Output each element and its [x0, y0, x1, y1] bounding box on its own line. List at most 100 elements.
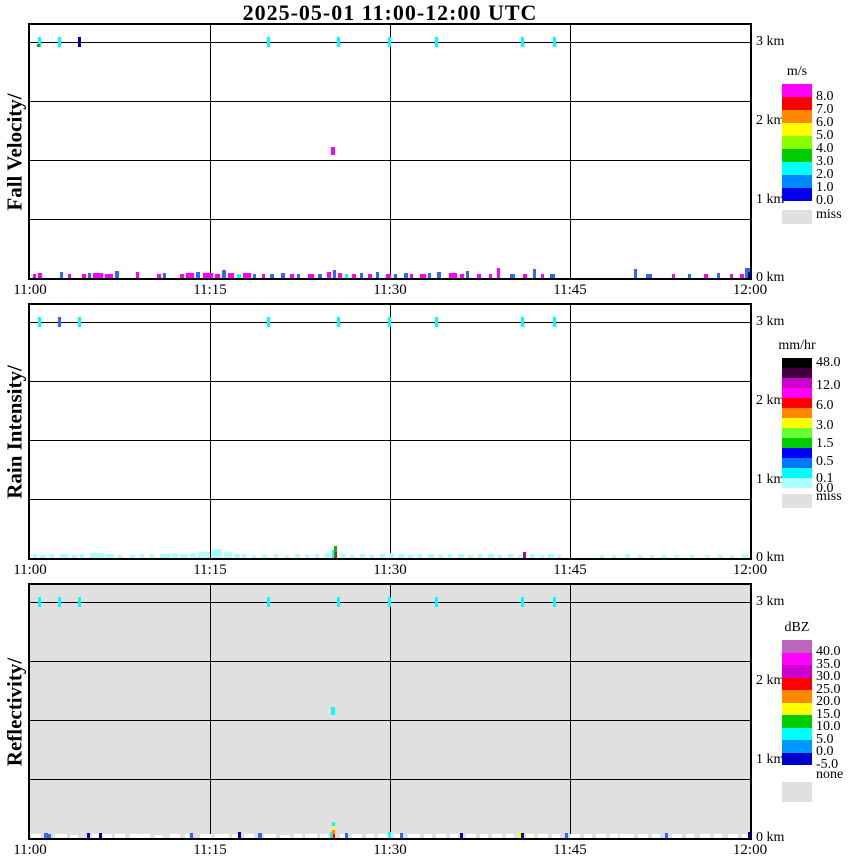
legend-tick-label: 6.0 — [816, 398, 834, 413]
echo-surface — [526, 834, 534, 838]
echo-surface — [508, 554, 513, 558]
echo-surface — [466, 271, 469, 278]
time-tick-label: 12:00 — [732, 842, 768, 858]
echo-surface — [540, 555, 544, 558]
echo-surface — [38, 273, 42, 278]
echo-surface — [140, 554, 144, 558]
echo-3km — [78, 317, 81, 327]
legend-color-block — [782, 428, 812, 438]
legend-color-block — [782, 478, 812, 488]
echo-surface — [92, 834, 112, 838]
echo-surface — [428, 273, 431, 278]
legend-color-block — [782, 110, 812, 123]
echo-surface — [489, 274, 492, 278]
km-tick-label: 1 km — [756, 472, 785, 487]
legend-color-block — [782, 702, 812, 715]
echo-surface — [360, 554, 365, 558]
echo-surface — [650, 555, 654, 558]
legend-color-block — [782, 418, 812, 428]
echo-surface — [48, 834, 51, 838]
echo-surface — [82, 274, 86, 278]
echo-3km — [38, 317, 41, 327]
legend-missing-block — [782, 210, 812, 224]
echo-surface — [115, 834, 125, 838]
time-gridline — [570, 25, 571, 278]
echo-surface — [510, 274, 515, 278]
echo-surface — [203, 273, 213, 278]
echo-surface — [438, 555, 443, 558]
echo-surface — [584, 834, 592, 838]
echo-surface — [50, 554, 54, 558]
echo-3km — [337, 317, 340, 327]
echo-surface — [252, 555, 256, 558]
echo-surface — [180, 554, 188, 558]
echo-surface — [686, 834, 694, 838]
echo-surface — [244, 834, 254, 838]
echo-3km — [435, 597, 438, 607]
time-tick-label: 12:00 — [732, 562, 768, 578]
legend-color-block — [782, 368, 812, 378]
panel-rain-intensity — [28, 303, 752, 560]
echo-surface — [315, 554, 319, 558]
echo-3km — [553, 37, 556, 47]
echo-surface — [345, 833, 348, 838]
echo-surface — [155, 835, 163, 838]
echo-surface — [376, 272, 379, 278]
legend-color-block — [782, 690, 812, 703]
echo-surface — [386, 274, 391, 278]
echo-surface — [88, 273, 91, 278]
echo-surface — [675, 555, 679, 558]
time-tick-label: 11:30 — [373, 562, 407, 578]
legend-color-block — [782, 398, 812, 408]
time-tick-label: 11:45 — [553, 282, 587, 298]
panel-reflectivity — [28, 583, 752, 840]
echo-surface — [662, 555, 666, 558]
echo-surface — [130, 834, 150, 838]
time-tick-label: 11:45 — [553, 842, 587, 858]
echo-3km — [78, 37, 81, 47]
echo-surface — [118, 555, 122, 558]
legend-missing-label: miss — [816, 207, 842, 222]
echo-surface — [105, 274, 113, 278]
echo-surface — [400, 833, 403, 838]
echo-surface — [533, 269, 536, 278]
legend-missing-block — [782, 494, 812, 508]
echo-surface — [212, 549, 222, 558]
height-gridline — [30, 160, 750, 161]
echo-mid — [331, 707, 335, 715]
echo-surface — [180, 274, 184, 278]
echo-surface — [198, 552, 210, 558]
height-gridline — [30, 499, 750, 500]
echo-3km — [521, 37, 524, 47]
echo-3km — [267, 317, 270, 327]
echo-surface — [552, 834, 560, 838]
panel-ylabel-reflectivity: Reflectivity/ — [2, 657, 27, 766]
echo-surface — [497, 268, 500, 278]
legend-color-block — [782, 468, 812, 478]
legend-title-rain-intensity-scale: mm/hr — [778, 338, 816, 353]
echo-surface — [170, 834, 180, 838]
legend-color-block — [782, 388, 812, 398]
echo-surface — [521, 833, 524, 838]
echo-3km — [58, 37, 61, 47]
echo-surface — [388, 832, 391, 838]
echo-surface — [335, 552, 337, 558]
echo-surface — [690, 555, 694, 558]
echo-surface — [620, 834, 634, 838]
panel-fall-velocity — [28, 23, 752, 280]
echo-surface — [548, 554, 554, 558]
echo-surface — [253, 274, 256, 278]
km-tick-label: 3 km — [756, 34, 785, 49]
echo-surface — [740, 274, 744, 278]
echo-surface — [748, 832, 750, 838]
echo-surface — [274, 554, 278, 558]
echo-surface — [297, 274, 300, 278]
time-tick-label: 11:30 — [373, 282, 407, 298]
echo-surface — [634, 269, 637, 278]
km-tick-label: 2 km — [756, 393, 785, 408]
time-tick-label: 11:00 — [13, 282, 47, 298]
legend-color-block — [782, 727, 812, 740]
echo-surface — [360, 273, 363, 278]
echo-surface — [290, 274, 294, 278]
height-gridline — [30, 381, 750, 382]
